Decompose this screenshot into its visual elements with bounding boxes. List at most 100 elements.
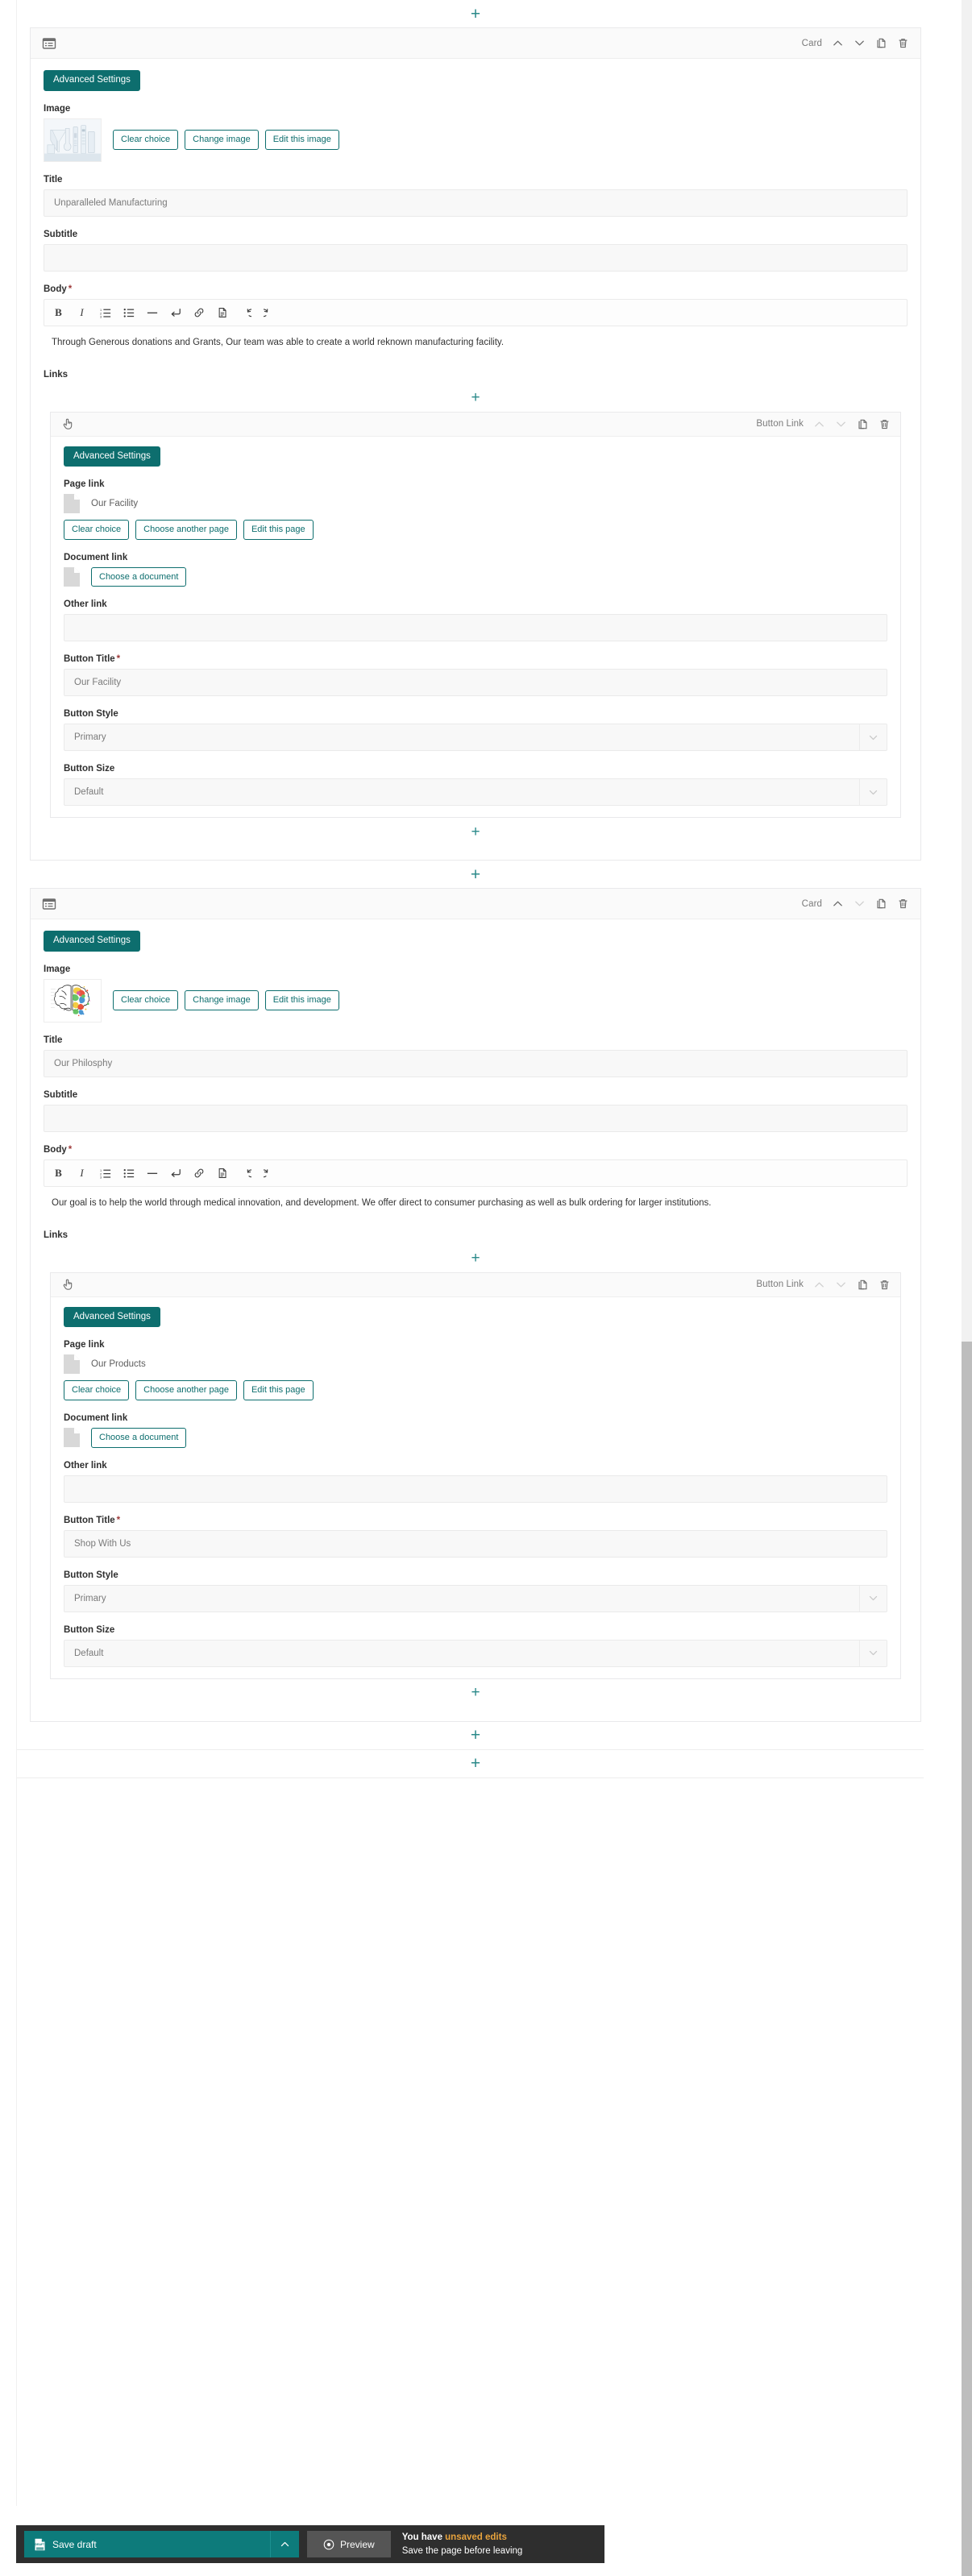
change-image-button[interactable]: Change image <box>185 130 259 150</box>
document-page-icon <box>64 494 80 513</box>
preview-button[interactable]: Preview <box>307 2531 391 2557</box>
page-right-gutter <box>924 0 937 2576</box>
line-break-icon[interactable] <box>169 306 181 318</box>
vertical-scrollbar-track[interactable] <box>962 0 972 2576</box>
move-up-icon[interactable] <box>832 898 844 910</box>
add-block-button-top[interactable]: + <box>17 0 934 27</box>
copy-icon[interactable] <box>875 37 887 49</box>
save-draft-main[interactable]: DRAFT Save draft <box>24 2531 270 2557</box>
image-thumbnail-lab-glassware[interactable] <box>44 118 102 162</box>
undo-icon[interactable] <box>239 1167 251 1179</box>
unsaved-highlight: unsaved edits <box>445 2532 507 2542</box>
add-section-button[interactable]: + <box>17 1750 934 1777</box>
redo-icon[interactable] <box>263 306 275 318</box>
title-input[interactable]: Unparalleled Manufacturing <box>44 189 908 217</box>
unsaved-status-line1: You have unsaved edits <box>402 2531 523 2545</box>
plus-icon: + <box>470 4 481 23</box>
clear-choice-button[interactable]: Clear choice <box>113 130 179 150</box>
add-block-button-bottom[interactable]: + <box>17 1722 934 1749</box>
block-type-label: Card <box>801 898 822 909</box>
embed-document-icon[interactable] <box>216 1167 228 1179</box>
choose-a-document-button[interactable]: Choose a document <box>91 566 187 587</box>
delete-icon[interactable] <box>879 1279 891 1291</box>
image-thumbnail-colorful-brain[interactable] <box>44 978 102 1023</box>
move-down-icon[interactable] <box>854 37 866 49</box>
bold-icon[interactable]: B <box>52 1167 64 1179</box>
save-options-chevron-up-icon[interactable] <box>270 2531 299 2557</box>
edit-this-image-button[interactable]: Edit this image <box>264 130 339 150</box>
advanced-settings-button[interactable]: Advanced Settings <box>64 1306 160 1328</box>
save-draft-button[interactable]: DRAFT Save draft <box>24 2531 299 2557</box>
copy-icon[interactable] <box>857 418 869 430</box>
move-down-icon <box>835 418 847 430</box>
button-style-select[interactable]: Primary <box>64 1584 887 1612</box>
add-block-button-middle[interactable]: + <box>17 861 934 888</box>
edit-this-page-button[interactable]: Edit this page <box>243 520 314 540</box>
image-label: Image <box>44 103 71 114</box>
unordered-list-icon[interactable] <box>123 306 135 318</box>
ordered-list-icon[interactable]: 123 <box>99 1167 111 1179</box>
italic-icon[interactable]: I <box>76 306 88 318</box>
choose-another-page-button[interactable]: Choose another page <box>135 520 237 540</box>
add-link-button-bottom-1[interactable]: + <box>44 818 908 845</box>
horizontal-rule-icon[interactable] <box>146 1167 158 1179</box>
redo-icon[interactable] <box>263 1167 275 1179</box>
card-block-1-tools: Card <box>802 37 909 49</box>
clear-choice-button[interactable]: Clear choice <box>64 520 130 540</box>
button-title-input[interactable]: Shop With Us <box>64 1529 887 1558</box>
body-text-content[interactable]: Our goal is to help the world through me… <box>44 1187 908 1217</box>
clear-choice-button[interactable]: Clear choice <box>64 1380 130 1400</box>
clear-choice-button[interactable]: Clear choice <box>113 990 179 1011</box>
copy-icon[interactable] <box>875 898 887 910</box>
subtitle-field: Subtitle <box>44 1090 908 1132</box>
italic-icon[interactable]: I <box>76 1167 88 1179</box>
ordered-list-icon[interactable]: 123 <box>99 306 111 318</box>
unordered-list-icon[interactable] <box>123 1167 135 1179</box>
choose-another-page-button[interactable]: Choose another page <box>135 1380 237 1400</box>
add-link-button-top-1[interactable]: + <box>44 384 908 412</box>
plus-icon: + <box>471 1684 480 1702</box>
choose-a-document-button[interactable]: Choose a document <box>91 1427 187 1448</box>
subtitle-input[interactable] <box>44 1104 908 1132</box>
eye-icon <box>323 2539 334 2550</box>
delete-icon[interactable] <box>897 898 909 910</box>
embed-document-icon[interactable] <box>216 306 228 318</box>
button-title-input[interactable]: Our Facility <box>64 669 887 697</box>
horizontal-rule-icon[interactable] <box>146 306 158 318</box>
link-icon[interactable] <box>193 1167 205 1179</box>
button-size-field: Button Size Default <box>64 764 887 807</box>
button-style-select[interactable]: Primary <box>64 724 887 752</box>
add-link-button-bottom-2[interactable]: + <box>44 1679 908 1707</box>
advanced-settings-button[interactable]: Advanced Settings <box>44 931 140 952</box>
delete-icon[interactable] <box>897 37 909 49</box>
add-link-button-top-2[interactable]: + <box>44 1245 908 1272</box>
body-text-content[interactable]: Through Generous donations and Grants, O… <box>44 326 908 357</box>
undo-icon[interactable] <box>239 306 251 318</box>
bold-icon[interactable]: B <box>52 306 64 318</box>
subtitle-input[interactable] <box>44 243 908 272</box>
vertical-scrollbar-thumb[interactable] <box>962 1342 972 2576</box>
preview-label: Preview <box>340 2538 375 2550</box>
advanced-settings-button[interactable]: Advanced Settings <box>44 70 140 91</box>
button-size-select[interactable]: Default <box>64 778 887 807</box>
svg-text:DRAFT: DRAFT <box>35 2543 45 2546</box>
move-up-icon[interactable] <box>832 37 844 49</box>
advanced-settings-button[interactable]: Advanced Settings <box>64 446 160 467</box>
button-style-label: Button Style <box>64 709 118 720</box>
links-field: Links + Button Link Advanced Settings Pa… <box>44 1230 908 1707</box>
line-break-icon[interactable] <box>169 1167 181 1179</box>
chevron-down-icon <box>859 724 887 751</box>
edit-this-page-button[interactable]: Edit this page <box>243 1380 314 1400</box>
other-link-input[interactable] <box>64 614 887 642</box>
card-block-2-body: Advanced Settings Image Clear choice Cha… <box>31 919 920 1720</box>
plus-icon: + <box>470 1726 481 1745</box>
link-icon[interactable] <box>193 306 205 318</box>
button-style-field: Button Style Primary <box>64 709 887 752</box>
button-size-select[interactable]: Default <box>64 1639 887 1667</box>
copy-icon[interactable] <box>857 1279 869 1291</box>
edit-this-image-button[interactable]: Edit this image <box>264 990 339 1011</box>
delete-icon[interactable] <box>879 418 891 430</box>
title-input[interactable]: Our Philosphy <box>44 1049 908 1077</box>
other-link-input[interactable] <box>64 1475 887 1503</box>
change-image-button[interactable]: Change image <box>185 990 259 1011</box>
